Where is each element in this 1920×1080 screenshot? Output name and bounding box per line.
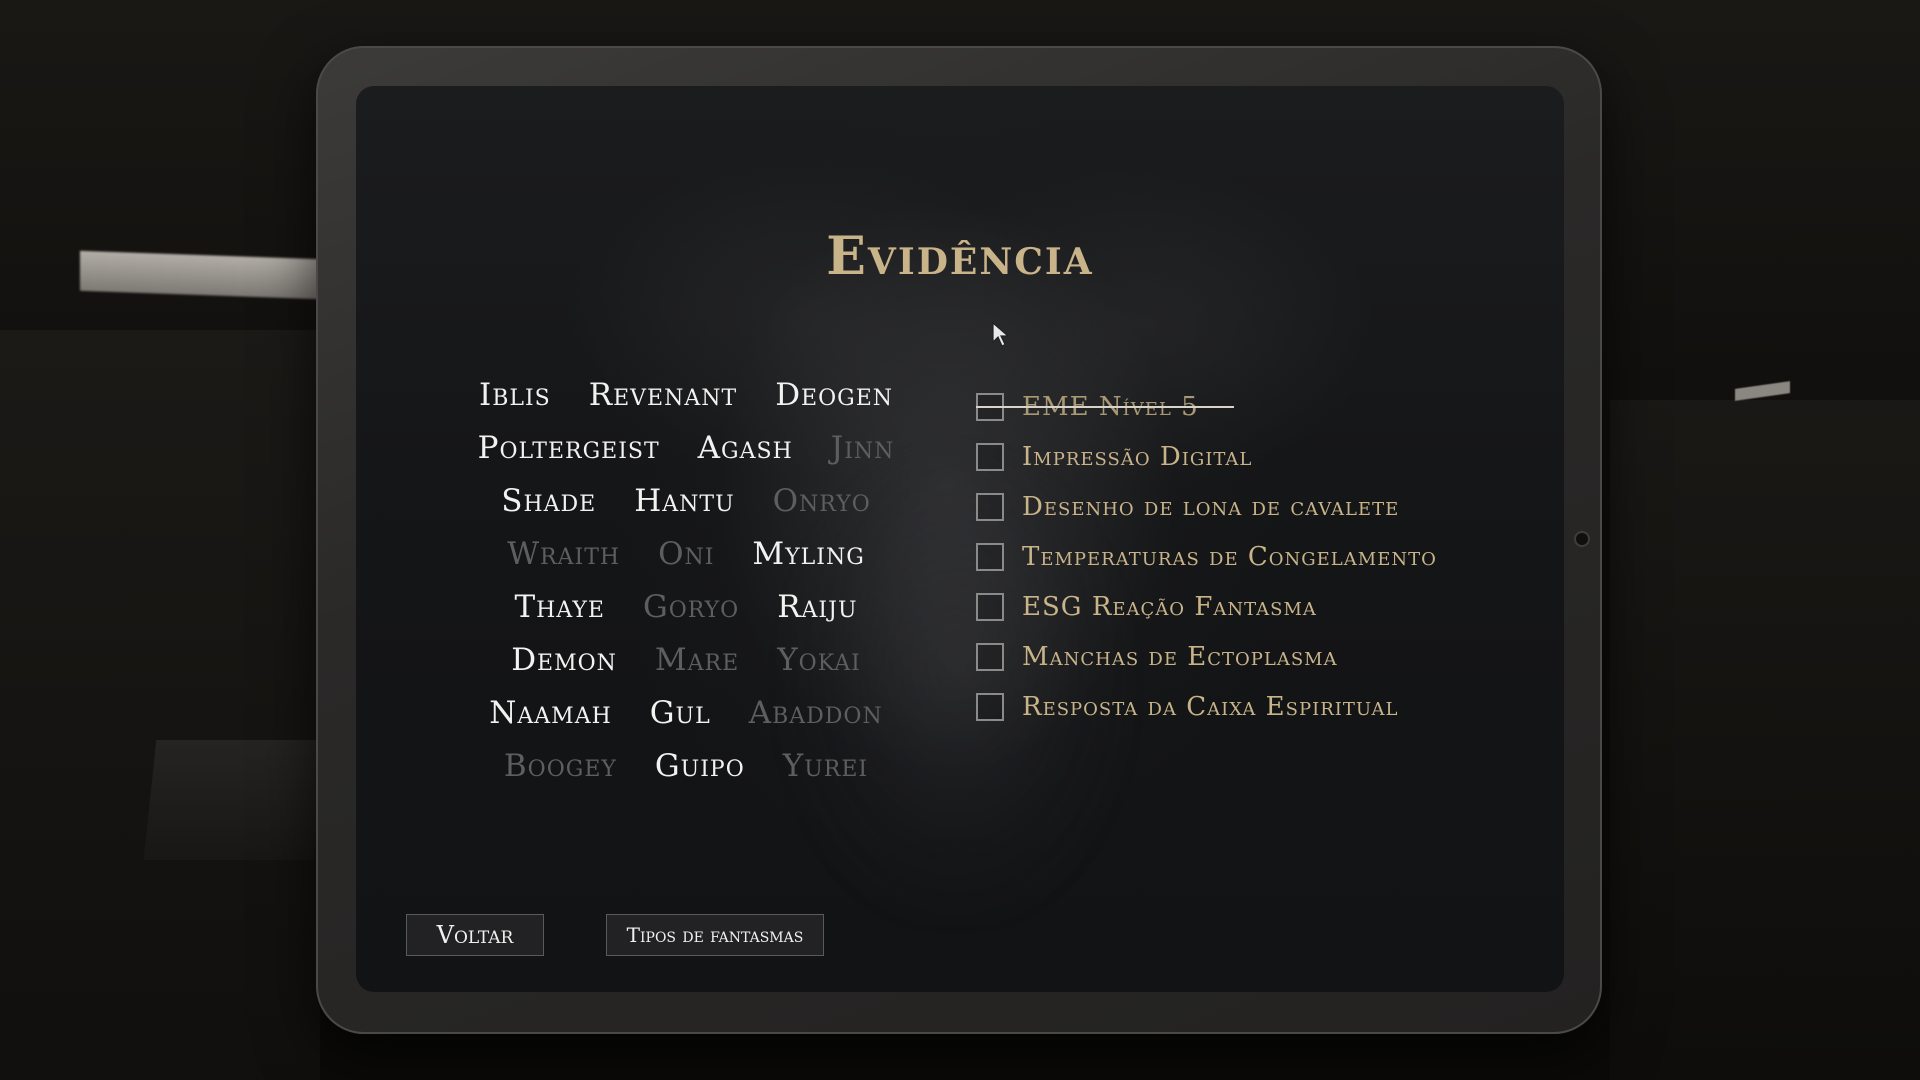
evidence-item-dots[interactable]: ESG Reação Fantasma: [976, 582, 1536, 632]
evidence-label: Temperaturas de Congelamento: [1022, 542, 1437, 572]
ghost-name-thaye[interactable]: Thaye: [515, 589, 605, 625]
ghost-row: Boogey Guipo Yurei: [406, 739, 966, 792]
ghost-name-gul[interactable]: Gul: [650, 695, 711, 731]
ghost-row: Demon Mare Yokai: [406, 633, 966, 686]
ghost-name-guipo[interactable]: Guipo: [655, 748, 745, 784]
ghost-name-hantu[interactable]: Hantu: [634, 483, 734, 519]
ghost-name-yurei[interactable]: Yurei: [783, 748, 868, 784]
ghost-row: Wraith Oni Myling: [406, 527, 966, 580]
ghost-types-button[interactable]: Tipos de fantasmas: [606, 914, 824, 956]
evidence-item-ghost-writing[interactable]: Desenho de lona de cavalete: [976, 482, 1536, 532]
ghost-row: Shade Hantu Onryo: [406, 474, 966, 527]
strikethrough-line: [976, 406, 1234, 408]
evidence-item-fingerprints[interactable]: Impressão Digital: [976, 432, 1536, 482]
ghost-row: Poltergeist Agash Jinn: [406, 421, 966, 474]
background-equipment: [143, 740, 327, 860]
ghost-type-grid: Iblis Revenant Deogen Poltergeist Agash …: [406, 368, 966, 792]
ghost-name-shade[interactable]: Shade: [501, 483, 596, 519]
back-button[interactable]: Voltar: [406, 914, 544, 956]
ghost-name-myling[interactable]: Myling: [752, 536, 864, 572]
game-background: Evidência Iblis Revenant Deogen Polterge…: [0, 0, 1920, 1080]
ghost-name-boogey[interactable]: Boogey: [504, 748, 617, 784]
evidence-label: Desenho de lona de cavalete: [1022, 492, 1400, 522]
ghost-name-abaddon[interactable]: Abaddon: [749, 695, 883, 731]
evidence-checkbox[interactable]: [976, 543, 1004, 571]
evidence-label: Impressão Digital: [1022, 442, 1253, 472]
ghost-name-poltergeist[interactable]: Poltergeist: [478, 430, 660, 466]
evidence-label: Manchas de Ectoplasma: [1022, 642, 1338, 672]
ghost-name-yokai[interactable]: Yokai: [777, 642, 861, 678]
evidence-item-spirit-box[interactable]: Resposta da Caixa Espiritual: [976, 682, 1536, 732]
evidence-label: ESG Reação Fantasma: [1022, 592, 1317, 622]
evidence-checklist: EME Nível 5 Impressão Digital Desenho de…: [976, 382, 1536, 732]
background-light-reflection: [1735, 381, 1790, 401]
ghost-row: Naamah Gul Abaddon: [406, 686, 966, 739]
tablet-camera-icon: [1576, 533, 1588, 545]
ghost-name-oni[interactable]: Oni: [658, 536, 714, 572]
background-shelf-left: [0, 330, 320, 1080]
evidence-item-freezing-temperatures[interactable]: Temperaturas de Congelamento: [976, 532, 1536, 582]
ghost-name-onryo[interactable]: Onryo: [773, 483, 871, 519]
page-title: Evidência: [826, 226, 1094, 287]
background-ceiling-light: [80, 250, 320, 300]
ghost-name-mare[interactable]: Mare: [655, 642, 739, 678]
journal-screen: Evidência Iblis Revenant Deogen Polterge…: [356, 86, 1564, 992]
ghost-name-raiju[interactable]: Raiju: [777, 589, 857, 625]
evidence-checkbox[interactable]: [976, 693, 1004, 721]
ghost-name-jinn[interactable]: Jinn: [831, 430, 895, 466]
ghost-name-demon[interactable]: Demon: [511, 642, 617, 678]
ghost-name-revenant[interactable]: Revenant: [589, 377, 737, 413]
ghost-row: Iblis Revenant Deogen: [406, 368, 966, 421]
ghost-name-naamah[interactable]: Naamah: [489, 695, 612, 731]
evidence-checkbox[interactable]: [976, 643, 1004, 671]
ghost-row: Thaye Goryo Raiju: [406, 580, 966, 633]
evidence-item-ectoplasm[interactable]: Manchas de Ectoplasma: [976, 632, 1536, 682]
evidence-checkbox[interactable]: [976, 443, 1004, 471]
evidence-checkbox[interactable]: [976, 493, 1004, 521]
evidence-checkbox[interactable]: [976, 593, 1004, 621]
evidence-label: Resposta da Caixa Espiritual: [1022, 692, 1399, 722]
evidence-item-emf[interactable]: EME Nível 5: [976, 382, 1536, 432]
ghost-name-wraith[interactable]: Wraith: [507, 536, 620, 572]
background-shelf-right: [1610, 400, 1920, 1080]
ghost-name-goryo[interactable]: Goryo: [643, 589, 739, 625]
ghost-name-deogen[interactable]: Deogen: [775, 377, 893, 413]
ghost-name-iblis[interactable]: Iblis: [479, 377, 551, 413]
ghost-name-agash[interactable]: Agash: [698, 430, 793, 466]
